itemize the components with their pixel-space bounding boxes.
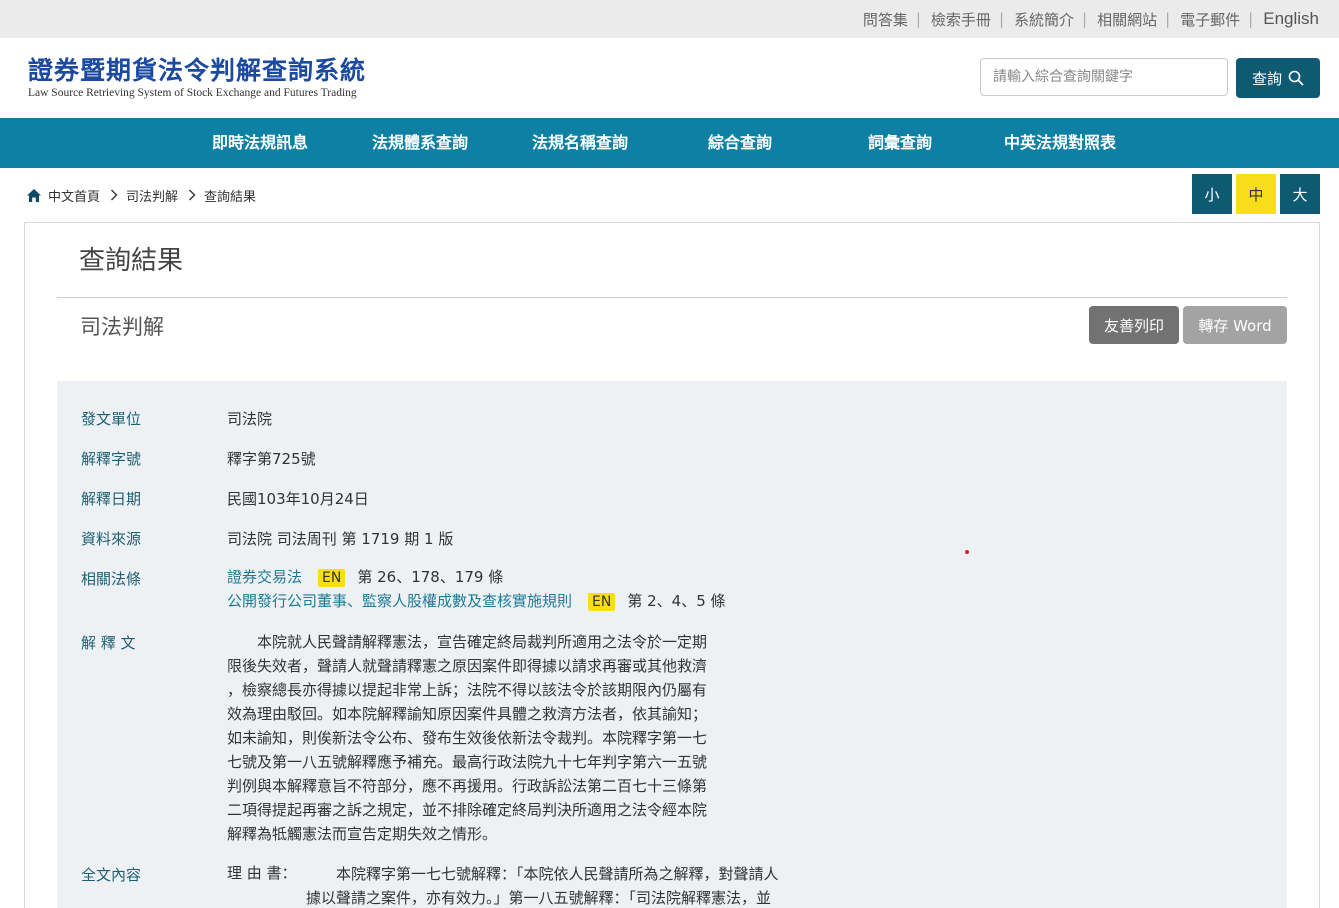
related-law-articles: 第 2、4、5 條 <box>627 592 726 610</box>
date-value: 民國103年10月24日 <box>227 490 369 508</box>
breadcrumb-home[interactable]: 中文首頁 <box>48 186 100 205</box>
breadcrumb: 中文首頁 司法判解 查詢結果 <box>26 183 256 207</box>
logo-title-english: Law Source Retrieving System of Stock Ex… <box>28 87 357 99</box>
text-line: 據以聲請之案件，亦有效力。」第一八五號解釋：「司法院解釋憲法，並 <box>306 889 772 907</box>
page-title: 查詢結果 <box>79 246 184 276</box>
related-law-articles: 第 26、178、179 條 <box>357 568 504 586</box>
top-link-separator: | <box>1248 10 1254 28</box>
font-size-large-button[interactable]: 大 <box>1280 174 1320 214</box>
related-law-row: 公開發行公司董事、監察人股權成數及查核實施規則 EN 第 2、4、5 條 <box>227 590 726 611</box>
english-version-badge[interactable]: EN <box>588 593 616 611</box>
print-button[interactable]: 友善列印 <box>1089 306 1179 344</box>
text-line: 如未諭知，則俟新法令公布、發布生效後依新法令裁判。本院釋字第一七 <box>227 729 708 747</box>
search-button[interactable]: 查詢 <box>1236 58 1320 98</box>
english-version-badge[interactable]: EN <box>318 569 346 587</box>
related-law-link[interactable]: 證券交易法 <box>227 568 302 586</box>
text-line: ，檢察總長亦得據以提起非常上訴；法院不得以該法令於該期限內仍屬有 <box>227 681 708 699</box>
text-line: 解釋為牴觸憲法而宣告定期失效之情形。 <box>227 825 498 843</box>
text-line: 二項得提起再審之訴之規定，並不排除確定終局判決所適用之法令經本院 <box>227 801 708 819</box>
nav-item-regulation-system[interactable]: 法規體系查詢 <box>372 118 468 168</box>
top-link-separator: | <box>1082 10 1088 28</box>
full-text-label: 全文內容 <box>81 866 142 884</box>
text-line: 判例與本解釋意旨不符部分，應不再援用。行政訴訟法第二百七十三條第 <box>227 777 708 795</box>
search-button-label: 查詢 <box>1251 69 1282 88</box>
top-link-email[interactable]: 電子郵件 <box>1180 9 1240 30</box>
site-logo[interactable]: 證券暨期貨法令判解查詢系統 Law Source Retrieving Syst… <box>28 56 388 104</box>
text-line: 七號及第一八五號解釋應予補充。最高行政法院九十七年判字第六一五號 <box>227 753 708 771</box>
number-label: 解釋字號 <box>81 450 142 468</box>
issuer-label: 發文單位 <box>81 410 142 428</box>
interpretation-text-label: 解 釋 文 <box>81 634 136 652</box>
chevron-right-icon <box>110 189 118 201</box>
text-line: 本院釋字第一七七號解釋：「本院依人民聲請所為之解釋，對聲請人 <box>306 865 779 883</box>
font-size-medium-button[interactable]: 中 <box>1236 174 1276 214</box>
nav-item-bilingual-table[interactable]: 中英法規對照表 <box>1004 118 1116 168</box>
number-value: 釋字第725號 <box>227 450 316 468</box>
text-line: 效為理由駁回。如本院解釋諭知原因案件具體之救濟方法者，依其諭知； <box>227 705 708 723</box>
related-law-row: 證券交易法 EN 第 26、178、179 條 <box>227 566 503 587</box>
nav-item-glossary[interactable]: 詞彙查詢 <box>868 118 932 168</box>
issuer-value: 司法院 <box>227 410 273 428</box>
source-value: 司法院 司法周刊 第 1719 期 1 版 <box>227 530 454 548</box>
top-utility-bar: 問答集 | 檢索手冊 | 系統簡介 | 相關網站 | 電子郵件 | English <box>0 0 1339 38</box>
home-icon[interactable] <box>26 188 42 203</box>
breadcrumb-judicial[interactable]: 司法判解 <box>126 186 178 205</box>
nav-item-regulation-name[interactable]: 法規名稱查詢 <box>532 118 628 168</box>
search-input[interactable] <box>980 58 1228 96</box>
nav-item-latest-regulations[interactable]: 即時法規訊息 <box>212 118 308 168</box>
top-link-faq[interactable]: 問答集 <box>863 9 908 30</box>
top-link-separator: | <box>915 10 921 28</box>
interpretation-text: 本院就人民聲請解釋憲法，宣告確定終局裁判所適用之法令於一定期 限後失效者，聲請人… <box>227 630 747 846</box>
related-law-link[interactable]: 公開發行公司董事、監察人股權成數及查核實施規則 <box>227 592 572 610</box>
date-label: 解釋日期 <box>81 490 142 508</box>
export-word-button[interactable]: 轉存 Word <box>1183 306 1287 344</box>
chevron-right-icon <box>188 189 196 201</box>
top-link-manual[interactable]: 檢索手冊 <box>931 9 991 30</box>
reasoning-prefix: 理 由 書： <box>227 864 297 882</box>
breadcrumb-current: 查詢結果 <box>204 189 257 205</box>
title-divider <box>57 297 1287 298</box>
search-icon <box>1288 70 1304 86</box>
top-link-related-sites[interactable]: 相關網站 <box>1097 9 1157 30</box>
logo-title-chinese: 證券暨期貨法令判解查詢系統 <box>28 56 367 85</box>
source-label: 資料來源 <box>81 530 142 548</box>
top-link-english[interactable]: English <box>1263 9 1319 29</box>
top-link-about[interactable]: 系統簡介 <box>1014 9 1074 30</box>
full-text: 本院釋字第一七七號解釋：「本院依人民聲請所為之解釋，對聲請人 據以聲請之案件，亦… <box>306 862 826 908</box>
top-links: 問答集 | 檢索手冊 | 系統簡介 | 相關網站 | 電子郵件 | English <box>863 0 1319 38</box>
top-link-separator: | <box>1165 10 1171 28</box>
text-line: 限後失效者，聲請人就聲請釋憲之原因案件即得據以請求再審或其他救濟 <box>227 657 708 675</box>
main-navigation: 即時法規訊息 法規體系查詢 法規名稱查詢 綜合查詢 詞彙查詢 中英法規對照表 <box>0 118 1339 168</box>
text-line: 本院就人民聲請解釋憲法，宣告確定終局裁判所適用之法令於一定期 <box>227 633 708 651</box>
top-link-separator: | <box>998 10 1004 28</box>
related-law-label: 相關法條 <box>81 570 142 588</box>
nav-item-integrated-search[interactable]: 綜合查詢 <box>708 118 772 168</box>
section-title: 司法判解 <box>80 315 164 339</box>
cursor-dot <box>965 550 969 554</box>
font-size-small-button[interactable]: 小 <box>1192 174 1232 214</box>
